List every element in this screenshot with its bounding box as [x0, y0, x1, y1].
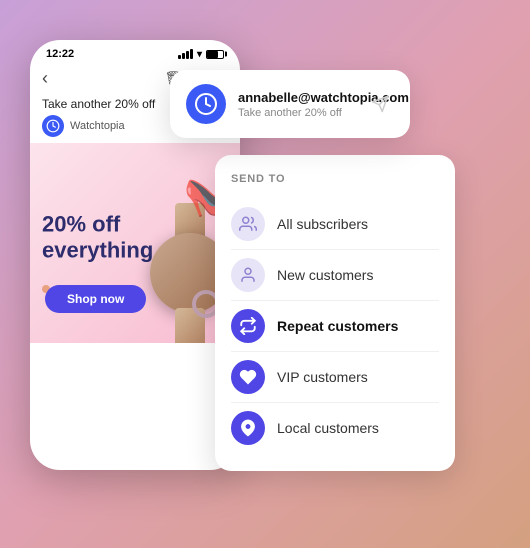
local-customers-icon — [231, 411, 265, 445]
battery-icon — [206, 50, 224, 59]
time-display: 12:22 — [46, 48, 74, 60]
email-detail-card: annabelle@watchtopia.com Take another 20… — [170, 70, 410, 138]
audience-item-vip-customers[interactable]: VIP customers — [231, 351, 439, 402]
audience-item-local-customers[interactable]: Local customers — [231, 402, 439, 453]
wifi-icon: ▾ — [197, 49, 202, 60]
all-subscribers-label: All subscribers — [277, 216, 368, 232]
email-card-subject: Take another 20% off — [238, 107, 354, 119]
vip-customers-label: VIP customers — [277, 369, 368, 385]
sender-avatar — [42, 115, 64, 137]
audience-item-new-customers[interactable]: New customers — [231, 249, 439, 300]
sender-name: Watchtopia — [70, 120, 125, 132]
email-card-info: annabelle@watchtopia.com Take another 20… — [238, 90, 354, 119]
repeat-customers-label: Repeat customers — [277, 318, 398, 334]
email-address: annabelle@watchtopia.com — [238, 90, 354, 105]
audience-item-all-subscribers[interactable]: All subscribers — [231, 199, 439, 249]
shop-now-button[interactable]: Shop now — [45, 285, 146, 313]
new-customers-icon — [231, 258, 265, 292]
audience-item-repeat-customers[interactable]: Repeat customers — [231, 300, 439, 351]
back-button[interactable]: ‹ — [42, 68, 48, 89]
status-icons: ▾ — [178, 49, 224, 60]
signal-icon — [178, 49, 193, 59]
email-card-avatar — [186, 84, 226, 124]
send-to-title: SEND TO — [231, 173, 439, 185]
new-customers-label: New customers — [277, 267, 373, 283]
send-to-panel: SEND TO All subscribers New customers — [215, 155, 455, 471]
repeat-customers-icon — [231, 309, 265, 343]
local-customers-label: Local customers — [277, 420, 379, 436]
send-button[interactable] — [366, 90, 394, 118]
vip-customers-icon — [231, 360, 265, 394]
email-image-area: 20% off everything 👠 Shop now — [30, 143, 240, 343]
status-bar: 12:22 ▾ — [30, 40, 240, 64]
all-subscribers-icon — [231, 207, 265, 241]
